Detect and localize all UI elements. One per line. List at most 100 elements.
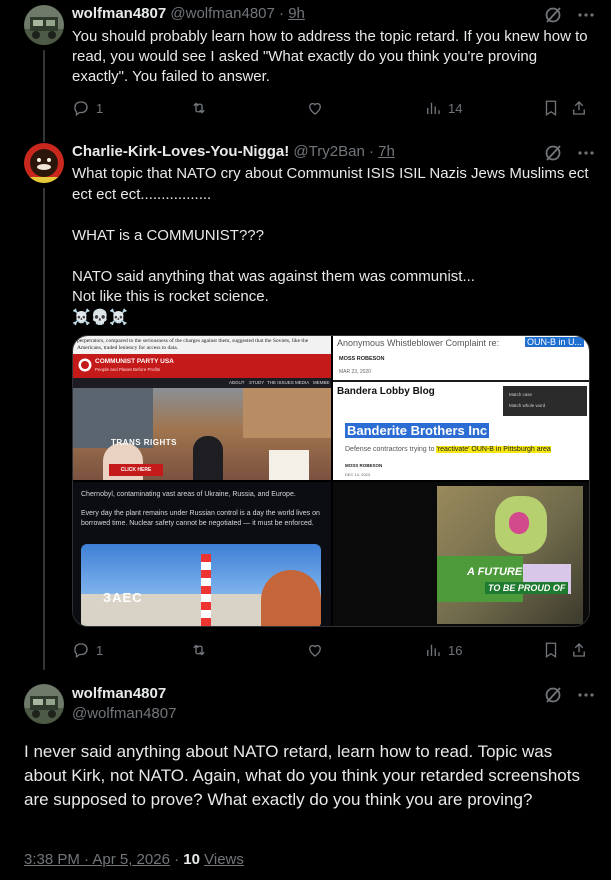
display-name[interactable]: wolfman4807 xyxy=(72,685,166,702)
media-image-2[interactable]: Anonymous Whistleblower Complaint re: OU… xyxy=(333,336,589,480)
thread-line xyxy=(43,50,45,130)
video-line-1: A FUTURE xyxy=(467,566,523,578)
zaes-paragraph: Every day the plant remains under Russia… xyxy=(81,510,320,527)
bookmark-icon xyxy=(545,642,557,659)
tweet-text: I never said anything about NATO retard,… xyxy=(24,742,580,809)
avatar[interactable] xyxy=(24,143,64,183)
grok-icon[interactable] xyxy=(543,143,563,163)
avatar[interactable] xyxy=(24,684,64,724)
timestamp[interactable]: 7h xyxy=(378,143,395,160)
site-header: COMMUNIST PARTY USA People and Planet Be… xyxy=(73,354,331,378)
tweet-3-main: wolfman4807 @wolfman4807 I never said an… xyxy=(0,670,611,880)
display-name[interactable]: Charlie-Kirk-Loves-You-Nigga! xyxy=(72,143,289,160)
nav-item: THE ISSUES xyxy=(267,380,294,385)
protest-photo: TRANS RIGHTS CLICK HERE xyxy=(73,388,331,480)
views-label[interactable]: Views xyxy=(204,851,244,868)
media-image-4[interactable]: A FUTURE TO BE PROUD OF xyxy=(333,482,589,626)
more-options-icon[interactable] xyxy=(576,685,596,705)
analytics-icon xyxy=(427,644,440,656)
separator: · xyxy=(368,143,374,160)
share-button[interactable] xyxy=(570,641,588,659)
handle[interactable]: @Try2Ban xyxy=(293,143,364,160)
reply-button[interactable]: 1 xyxy=(72,99,103,117)
repost-icon xyxy=(193,102,205,114)
tweet-header: Charlie-Kirk-Loves-You-Nigga! @Try2Ban ·… xyxy=(72,143,395,160)
protest-sign: TRANS RIGHTS xyxy=(111,438,177,447)
cpusa-logo-icon xyxy=(78,358,92,372)
bookmark-button[interactable] xyxy=(542,99,560,117)
analytics-icon xyxy=(427,102,440,114)
more-options-icon[interactable] xyxy=(576,143,596,163)
subtitle-highlight: 'reactivate' OUN-B in Pittsburgh area xyxy=(436,446,551,453)
share-icon xyxy=(573,643,585,657)
menu-item: Match whole word xyxy=(509,403,546,408)
tweet-header: wolfman4807 @wolfman4807 · 9h xyxy=(72,5,305,22)
share-button[interactable] xyxy=(570,99,588,117)
zaes-photo: ЗАЕС xyxy=(81,544,321,626)
display-name[interactable]: wolfman4807 xyxy=(72,5,166,22)
repost-icon xyxy=(193,644,205,656)
site-brand: COMMUNIST PARTY USA xyxy=(95,358,174,365)
find-menu: Match case Match whole word xyxy=(503,386,587,416)
timestamp[interactable]: 9h xyxy=(288,5,305,22)
tweet-1[interactable]: wolfman4807 @wolfman4807 · 9h You should… xyxy=(0,0,611,130)
nav-item: MEMBE xyxy=(313,380,330,385)
more-options-icon[interactable] xyxy=(576,5,596,25)
bookmark-icon xyxy=(545,100,557,117)
tweet-text: What topic that NATO cry about Communist… xyxy=(72,165,589,326)
grok-icon[interactable] xyxy=(543,5,563,25)
like-button[interactable] xyxy=(306,641,324,659)
grok-icon[interactable] xyxy=(543,685,563,705)
heart-icon xyxy=(309,102,321,115)
avatar[interactable] xyxy=(24,5,64,45)
video-line-2: TO BE PROUD OF xyxy=(485,582,569,594)
tweet-meta: 3:38 PM · Apr 5, 2026 · 10 Views xyxy=(24,851,244,868)
views-button[interactable]: 16 xyxy=(424,641,462,659)
thread-line xyxy=(43,130,45,142)
share-icon xyxy=(573,101,585,115)
reply-count: 1 xyxy=(96,642,104,658)
subtitle-text: Defense contractors trying to xyxy=(345,446,435,453)
handle[interactable]: @wolfman4807 xyxy=(72,705,176,722)
views-count: 10 xyxy=(183,851,200,868)
video-frame: A FUTURE TO BE PROUD OF xyxy=(437,486,583,624)
repost-button[interactable] xyxy=(190,641,208,659)
blog-headline: Banderite Brothers Inc xyxy=(345,423,490,438)
reply-count: 1 xyxy=(96,100,104,116)
blog-author: MOSS ROBESON xyxy=(345,463,383,468)
handle[interactable]: @wolfman4807 xyxy=(170,5,274,22)
reply-button[interactable]: 1 xyxy=(72,641,103,659)
blog-name: Bandera Lobby Blog xyxy=(337,386,435,397)
article-date: MAR 23, 2020 xyxy=(339,369,371,375)
site-nav: ABOUT STUDY THE ISSUES MEDIA MEMBE xyxy=(73,378,331,388)
views-button[interactable]: 14 xyxy=(424,99,462,117)
repost-button[interactable] xyxy=(190,99,208,117)
timestamp[interactable]: 3:38 PM · Apr 5, 2026 xyxy=(24,851,170,868)
zaes-sign: ЗАЕС xyxy=(103,590,143,605)
nav-item: MEDIA xyxy=(295,380,310,385)
media-image-1[interactable]: perpetrators, compared to the seriousnes… xyxy=(73,336,331,480)
article-title: Anonymous Whistleblower Complaint re: xyxy=(337,338,500,348)
bookmark-button[interactable] xyxy=(542,641,560,659)
heart-icon xyxy=(309,644,321,657)
views-count: 14 xyxy=(448,100,463,116)
menu-item: Match case xyxy=(509,392,533,397)
article-highlight: OUN-B in U... xyxy=(525,337,585,347)
tweet-text: You should probably learn how to address… xyxy=(72,28,592,85)
site-tagline: People and Planet Before Profits xyxy=(95,367,161,372)
media-grid[interactable]: perpetrators, compared to the seriousnes… xyxy=(72,335,590,627)
action-bar: 1 14 xyxy=(72,99,592,119)
image-caption: perpetrators, compared to the seriousnes… xyxy=(77,338,309,351)
zaes-top-text: Chernobyl, contaminating vast areas of U… xyxy=(81,491,296,498)
click-here-button: CLICK HERE xyxy=(109,464,163,476)
reply-icon xyxy=(74,643,88,659)
action-bar: 1 16 xyxy=(72,641,592,661)
thread-line xyxy=(43,188,45,670)
views-count: 16 xyxy=(448,642,463,658)
media-image-3[interactable]: Chernobyl, contaminating vast areas of U… xyxy=(73,482,331,626)
separator: · xyxy=(174,851,180,868)
blog-date: DEC 14, 2023 xyxy=(345,472,371,477)
like-button[interactable] xyxy=(306,99,324,117)
blog-subtitle: Defense contractors trying to 'reactivat… xyxy=(345,446,551,453)
nav-item: ABOUT xyxy=(229,380,245,385)
